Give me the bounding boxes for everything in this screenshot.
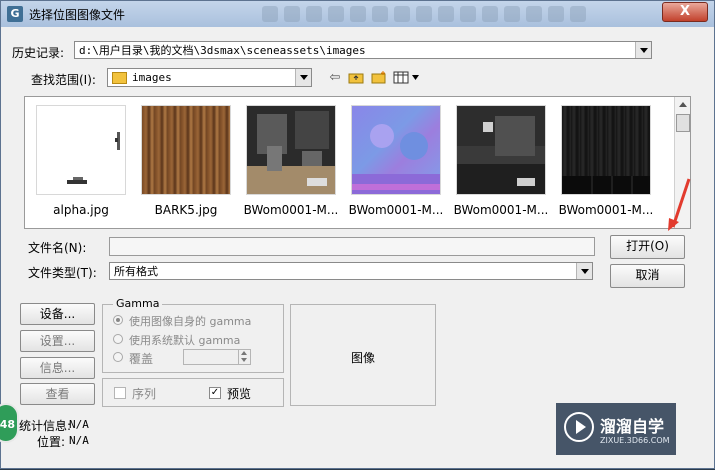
play-logo-icon — [564, 412, 594, 442]
red-arrow-annotation-icon — [668, 178, 691, 231]
badge: 48 — [0, 403, 19, 443]
file-dialog: G 选择位图图像文件 X 历史记录: d:\用户目录\我的文档\3dsmax\s… — [0, 0, 715, 469]
watermark-subtitle: ZIXUE.3D66.COM — [600, 436, 670, 445]
watermark: 溜溜自学 ZIXUE.3D66.COM — [556, 403, 676, 455]
watermark-title: 溜溜自学 — [600, 417, 665, 436]
